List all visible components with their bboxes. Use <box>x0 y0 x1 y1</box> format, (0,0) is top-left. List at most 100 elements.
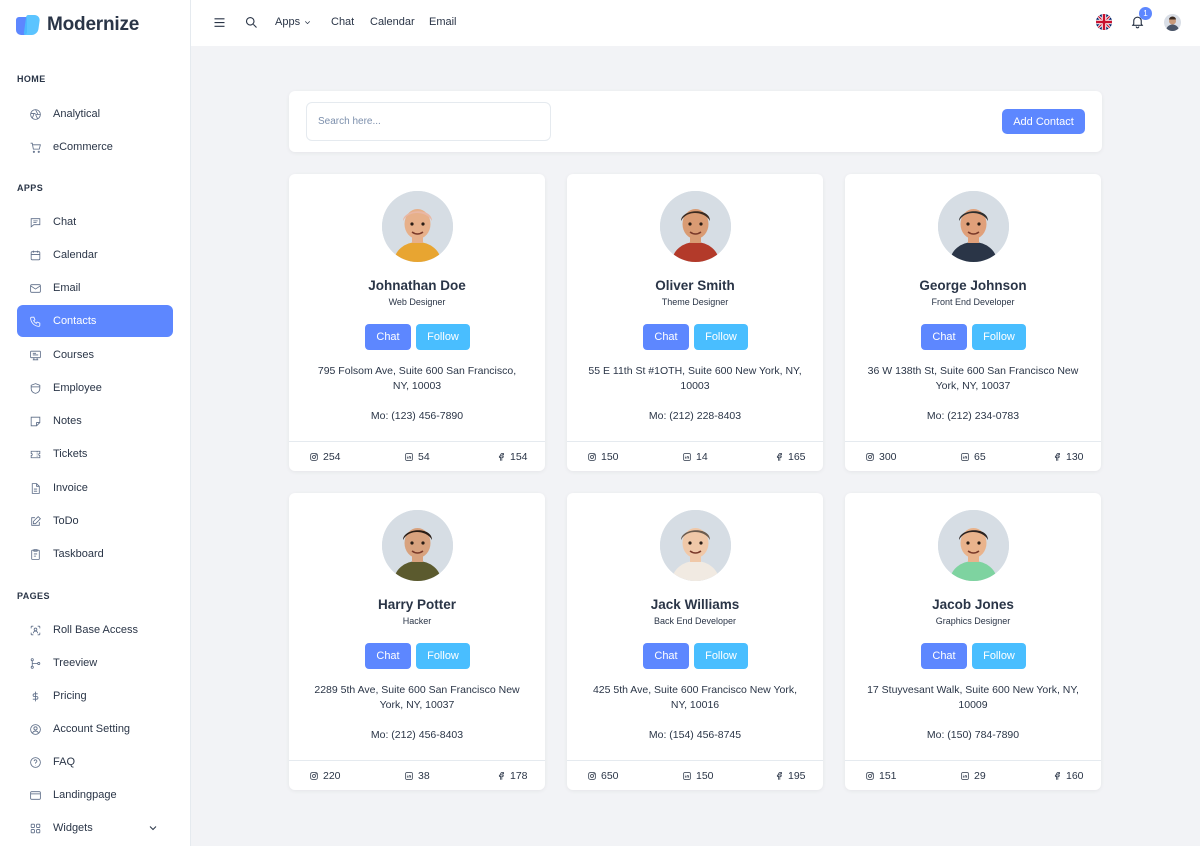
instagram-stat[interactable]: 150 <box>587 451 619 463</box>
chevron-down-icon <box>305 20 311 24</box>
instagram-icon <box>866 772 874 780</box>
user-circle-icon <box>28 722 42 736</box>
instagram-stat[interactable]: 151 <box>865 770 897 782</box>
sidebar-item-tickets[interactable]: Tickets <box>17 438 173 470</box>
courses-icon <box>28 348 42 362</box>
scan-user-icon <box>28 623 42 637</box>
nav-email-link[interactable]: Email <box>429 16 457 28</box>
sidebar-item-treeview[interactable]: Treeview <box>17 647 173 679</box>
instagram-stat[interactable]: 254 <box>309 451 341 463</box>
linkedin-stat[interactable]: 38 <box>404 770 430 782</box>
linkedin-count: 29 <box>974 770 986 782</box>
sidebar-item-widgets[interactable]: Widgets <box>17 812 173 844</box>
sidebar-item-label: Email <box>53 282 81 294</box>
facebook-stat[interactable]: 178 <box>496 770 528 782</box>
follow-button[interactable]: Follow <box>972 643 1026 669</box>
file-text-icon <box>28 481 42 495</box>
sidebar-item-analytical[interactable]: Analytical <box>17 98 173 130</box>
sidebar-item-label: Taskboard <box>53 548 104 560</box>
sidebar-item-label: Landingpage <box>53 789 117 801</box>
nav-chat-link[interactable]: Chat <box>331 16 354 28</box>
chat-button[interactable]: Chat <box>921 324 967 350</box>
contact-address: 55 E 11th St #1OTH, Suite 600 New York, … <box>588 365 802 392</box>
instagram-stat[interactable]: 220 <box>309 770 341 782</box>
facebook-stat[interactable]: 154 <box>496 451 528 463</box>
linkedin-stat[interactable]: 54 <box>404 451 430 463</box>
sidebar-item-todo[interactable]: ToDo <box>17 505 173 537</box>
instagram-stat[interactable]: 650 <box>587 770 619 782</box>
dollar-icon <box>28 689 42 703</box>
brand-logo[interactable]: Modernize <box>16 14 139 36</box>
facebook-stat[interactable]: 160 <box>1052 770 1084 782</box>
message-icon <box>28 215 42 229</box>
chat-button[interactable]: Chat <box>365 324 411 350</box>
follow-button[interactable]: Follow <box>416 643 470 669</box>
sidebar-item-employee[interactable]: Employee <box>17 372 173 404</box>
chat-button[interactable]: Chat <box>921 643 967 669</box>
linkedin-count: 65 <box>974 451 986 463</box>
facebook-stat[interactable]: 165 <box>774 451 806 463</box>
contacts-toolbar: Add Contact <box>289 91 1102 152</box>
nav-calendar-link[interactable]: Calendar <box>370 16 415 28</box>
sidebar-item-label: Pricing <box>53 690 87 702</box>
sidebar-item-courses[interactable]: Courses <box>17 339 173 371</box>
shopping-cart-icon <box>28 140 42 154</box>
sidebar-item-ecommerce[interactable]: eCommerce <box>17 131 173 163</box>
sidebar-item-roll-base-access[interactable]: Roll Base Access <box>17 614 173 646</box>
nav-apps-dropdown[interactable]: Apps <box>275 16 312 28</box>
sidebar-item-calendar[interactable]: Calendar <box>17 239 173 271</box>
menu-icon[interactable] <box>212 15 227 30</box>
sidebar-item-account-setting[interactable]: Account Setting <box>17 713 173 745</box>
contact-card: Harry Potter Hacker Chat Follow 2289 5th Ave… <box>289 493 545 790</box>
chat-button[interactable]: Chat <box>643 324 689 350</box>
linkedin-stat[interactable]: 150 <box>682 770 714 782</box>
sidebar-item-invoice[interactable]: Invoice <box>17 472 173 504</box>
linkedin-stat[interactable]: 65 <box>960 451 986 463</box>
calendar-icon <box>28 248 42 262</box>
logo-icon <box>16 15 41 35</box>
follow-button[interactable]: Follow <box>416 324 470 350</box>
sidebar-item-landingpage[interactable]: Landingpage <box>17 779 173 811</box>
contact-name: Oliver Smith <box>655 278 735 293</box>
sidebar-item-taskboard[interactable]: Taskboard <box>17 538 173 570</box>
linkedin-stat[interactable]: 29 <box>960 770 986 782</box>
sidebar-item-pricing[interactable]: Pricing <box>17 680 173 712</box>
contact-name: Harry Potter <box>377 597 457 612</box>
facebook-stat[interactable]: 195 <box>774 770 806 782</box>
instagram-stat[interactable]: 300 <box>865 451 897 463</box>
search-icon[interactable] <box>244 15 259 30</box>
contact-card: Jack Williams Back End Developer Chat Follo… <box>567 493 823 790</box>
contact-avatar <box>382 510 453 581</box>
chat-button[interactable]: Chat <box>365 643 411 669</box>
sidebar-item-label: Treeview <box>53 657 98 669</box>
uk-flag-icon[interactable] <box>1096 14 1112 30</box>
contact-address: 36 W 138th St, Suite 600 San Francisco N… <box>867 365 1079 392</box>
user-avatar[interactable] <box>1164 14 1181 31</box>
follow-button[interactable]: Follow <box>972 324 1026 350</box>
add-contact-button[interactable]: Add Contact <box>1002 109 1085 134</box>
contact-address: 425 5th Ave, Suite 600 Francisco New Yor… <box>592 684 798 711</box>
contact-address: 2289 5th Ave, Suite 600 San Francisco Ne… <box>314 684 520 711</box>
instagram-icon <box>310 453 318 461</box>
facebook-stat[interactable]: 130 <box>1052 451 1084 463</box>
sidebar-item-label: Chat <box>53 216 77 228</box>
linkedin-stat[interactable]: 14 <box>682 451 708 463</box>
sidebar-item-faq[interactable]: FAQ <box>17 746 173 778</box>
linkedin-count: 54 <box>418 451 430 463</box>
contact-phone: Mo: (212) 234-0783 <box>926 410 1020 422</box>
chat-button[interactable]: Chat <box>643 643 689 669</box>
contact-social-stats: 151 29 160 <box>845 760 1101 790</box>
facebook-icon <box>1054 772 1060 780</box>
search-input[interactable] <box>306 102 551 141</box>
app-window-icon <box>28 788 42 802</box>
sidebar-item-contacts[interactable]: Contacts <box>17 305 173 337</box>
sidebar-item-notes[interactable]: Notes <box>17 405 173 437</box>
help-icon <box>28 755 42 769</box>
follow-button[interactable]: Follow <box>694 324 748 350</box>
instagram-count: 254 <box>323 451 341 463</box>
follow-button[interactable]: Follow <box>694 643 748 669</box>
sidebar-item-label: FAQ <box>53 756 76 768</box>
sidebar-item-email[interactable]: Email <box>17 272 173 304</box>
contact-social-stats: 300 65 130 <box>845 441 1101 471</box>
sidebar-item-chat[interactable]: Chat <box>17 206 173 238</box>
